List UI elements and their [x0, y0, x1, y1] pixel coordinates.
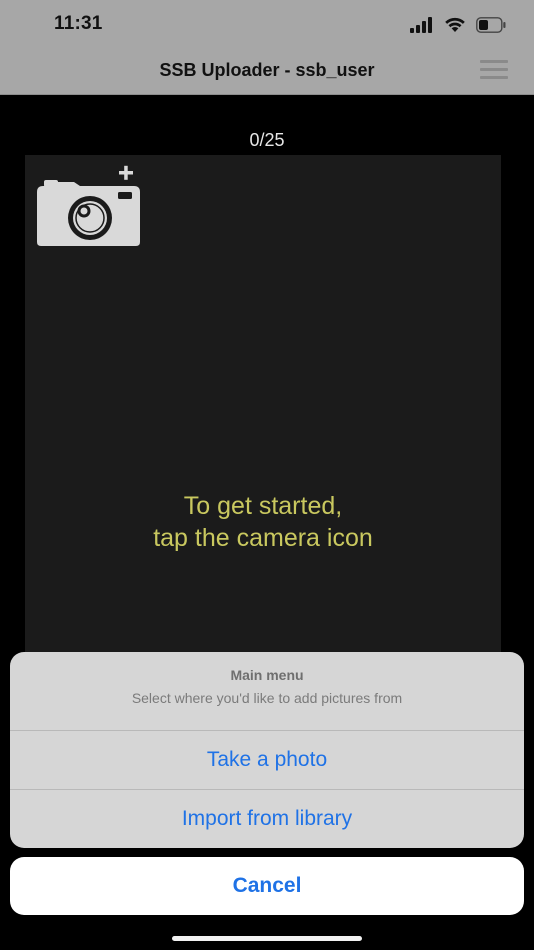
cellular-signal-icon — [410, 17, 432, 33]
action-sheet-header: Main menu Select where you'd like to add… — [10, 652, 524, 730]
hamburger-menu-icon[interactable] — [480, 60, 508, 80]
top-bar: 11:31 SSB Uploader - ssb_user — [0, 0, 534, 95]
cancel-button[interactable]: Cancel — [10, 857, 524, 915]
action-sheet-title: Main menu — [230, 667, 304, 683]
status-icons — [410, 14, 506, 36]
import-from-library-button[interactable]: Import from library — [10, 790, 524, 848]
battery-icon — [476, 17, 506, 33]
wifi-icon — [445, 17, 465, 32]
status-time: 11:31 — [54, 13, 103, 34]
action-sheet-message: Select where you'd like to add pictures … — [131, 690, 403, 706]
page-title: SSB Uploader - ssb_user — [159, 60, 375, 80]
action-sheet: Main menu Select where you'd like to add… — [10, 652, 524, 848]
home-indicator[interactable] — [172, 936, 362, 941]
take-photo-button[interactable]: Take a photo — [10, 731, 524, 789]
